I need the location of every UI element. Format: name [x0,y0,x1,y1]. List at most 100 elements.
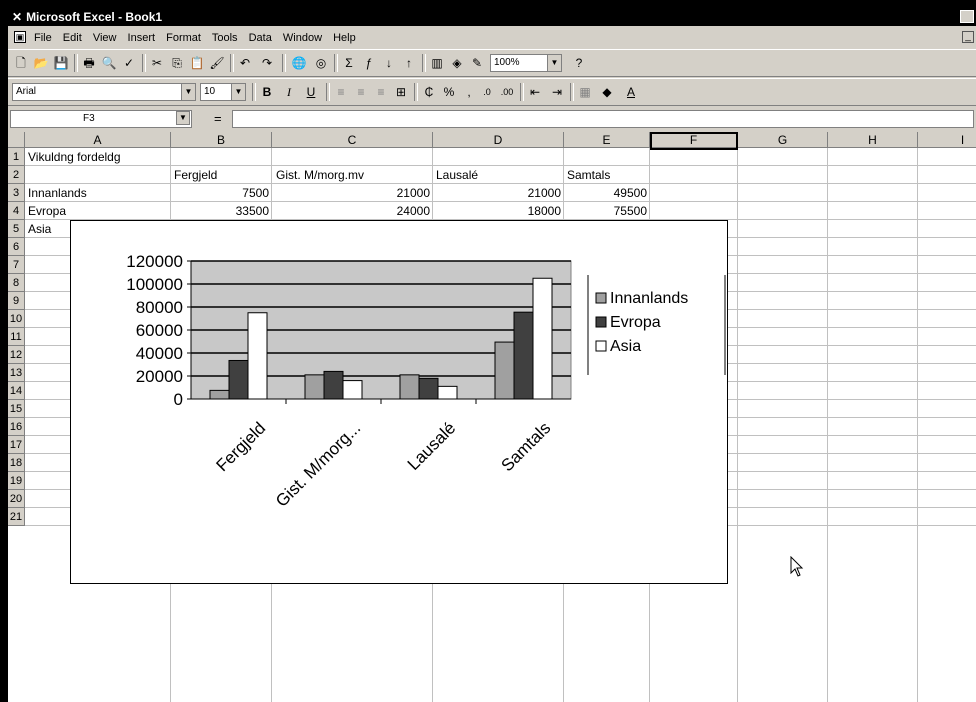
zoom-select[interactable]: 100% ▼ [490,54,562,72]
row-header-10[interactable]: 10 [8,310,25,328]
open-icon[interactable]: 📂 [32,54,50,72]
row-header-21[interactable]: 21 [8,508,25,526]
paste-function-icon[interactable]: ƒ [360,54,378,72]
name-box[interactable]: F3 [10,110,192,128]
bold-icon[interactable]: B [258,83,276,101]
cell-c2[interactable]: Gist. M/morg.mv [276,166,432,184]
row-header-19[interactable]: 19 [8,472,25,490]
row-header-11[interactable]: 11 [8,328,25,346]
row-header-8[interactable]: 8 [8,274,25,292]
window-control-button[interactable] [960,10,974,23]
row-header-15[interactable]: 15 [8,400,25,418]
new-icon[interactable]: 🗋 [12,54,30,72]
menu-window[interactable]: Window [283,32,322,44]
cell-a1[interactable]: Vikuldng fordeldg [28,148,268,166]
save-icon[interactable]: 💾 [52,54,70,72]
row-header-17[interactable]: 17 [8,436,25,454]
cell-c3[interactable]: 21000 [272,184,430,202]
drawing-icon[interactable]: ✎ [468,54,486,72]
increase-indent-icon[interactable]: ⇥ [548,83,566,101]
row-header-3[interactable]: 3 [8,184,25,202]
embedded-chart[interactable]: 0 20000 40000 60000 80000 100000 120000 Fergjel… [70,220,728,584]
cell-e2[interactable]: Samtals [567,166,649,184]
copy-icon[interactable]: ⎘ [168,54,186,72]
font-size-select[interactable]: 10 ▼ [200,83,246,101]
cell-c4[interactable]: 24000 [272,202,430,220]
menu-help[interactable]: Help [333,32,356,44]
sort-ascending-icon[interactable]: ↓ [380,54,398,72]
row-header-1[interactable]: 1 [8,148,25,166]
row-header-9[interactable]: 9 [8,292,25,310]
active-cell-f3[interactable] [650,132,738,150]
italic-icon[interactable]: I [280,83,298,101]
row-header-5[interactable]: 5 [8,220,25,238]
row-header-4[interactable]: 4 [8,202,25,220]
column-header-i[interactable]: I [918,132,976,148]
underline-icon[interactable]: U [302,83,320,101]
menu-view[interactable]: View [93,32,117,44]
column-header-d[interactable]: D [433,132,564,148]
column-header-e[interactable]: E [564,132,650,148]
formula-input[interactable] [232,110,974,128]
print-icon[interactable]: 🖶 [80,54,98,72]
column-header-g[interactable]: G [738,132,828,148]
increase-decimal-icon[interactable]: .0 [478,83,496,101]
font-color-icon[interactable]: A [622,83,640,101]
minimize-workbook-button[interactable]: _ [962,31,974,43]
map-icon[interactable]: ◈ [448,54,466,72]
menu-format[interactable]: Format [166,32,201,44]
office-assistant-icon[interactable]: ? [570,54,588,72]
column-header-c[interactable]: C [272,132,433,148]
spelling-icon[interactable]: ✓ [120,54,138,72]
row-header-16[interactable]: 16 [8,418,25,436]
cell-e4[interactable]: 75500 [564,202,647,220]
percent-icon[interactable]: % [440,83,458,101]
equals-sign[interactable]: = [214,110,222,128]
cut-icon[interactable]: ✂ [148,54,166,72]
cell-d4[interactable]: 18000 [433,202,561,220]
paste-icon[interactable]: 📋 [188,54,206,72]
cell-a3[interactable]: Innanlands [28,184,168,202]
menu-insert[interactable]: Insert [128,32,156,44]
row-header-2[interactable]: 2 [8,166,25,184]
borders-icon[interactable]: ▦ [576,83,594,101]
chevron-down-icon[interactable]: ▼ [231,84,245,100]
chevron-down-icon[interactable]: ▼ [176,111,190,125]
menu-data[interactable]: Data [249,32,272,44]
cell-e3[interactable]: 49500 [564,184,647,202]
menu-file[interactable]: File [34,32,52,44]
cell-d3[interactable]: 21000 [433,184,561,202]
align-left-icon[interactable]: ≡ [332,83,350,101]
menu-tools[interactable]: Tools [212,32,238,44]
column-header-a[interactable]: A [25,132,171,148]
cell-b4[interactable]: 33500 [171,202,269,220]
undo-icon[interactable]: ↶ [236,54,254,72]
row-header-18[interactable]: 18 [8,454,25,472]
format-painter-icon[interactable]: 🖌 [208,54,226,72]
hyperlink-icon[interactable]: 🌐 [290,54,308,72]
cell-b3[interactable]: 7500 [171,184,269,202]
row-header-14[interactable]: 14 [8,382,25,400]
currency-icon[interactable]: ₵ [420,83,438,101]
fill-color-icon[interactable]: ◆ [598,83,616,101]
redo-icon[interactable]: ↷ [258,54,276,72]
row-header-12[interactable]: 12 [8,346,25,364]
align-center-icon[interactable]: ≡ [352,83,370,101]
column-header-b[interactable]: B [171,132,272,148]
cell-b2[interactable]: Fergjeld [174,166,270,184]
decrease-decimal-icon[interactable]: .00 [498,83,516,101]
merge-center-icon[interactable]: ⊞ [392,83,410,101]
font-select[interactable]: Arial ▼ [12,83,196,101]
cell-d2[interactable]: Lausalé [436,166,562,184]
workbook-icon[interactable]: ▣ [14,31,26,43]
chevron-down-icon[interactable]: ▼ [181,84,195,100]
align-right-icon[interactable]: ≡ [372,83,390,101]
row-header-20[interactable]: 20 [8,490,25,508]
menu-edit[interactable]: Edit [63,32,82,44]
decrease-indent-icon[interactable]: ⇤ [526,83,544,101]
column-header-h[interactable]: H [828,132,918,148]
row-header-7[interactable]: 7 [8,256,25,274]
sort-descending-icon[interactable]: ↑ [400,54,418,72]
row-header-13[interactable]: 13 [8,364,25,382]
row-header-6[interactable]: 6 [8,238,25,256]
